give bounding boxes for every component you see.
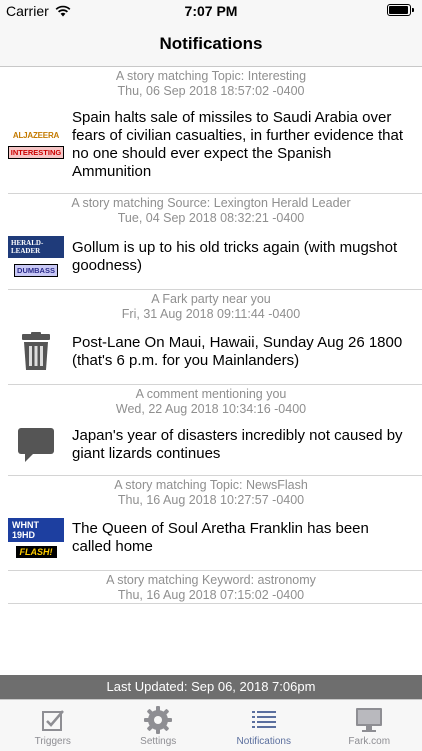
navigation-bar: Notifications <box>0 22 422 67</box>
aljazeera-logo: ALJAZEERA <box>13 131 59 140</box>
notification-date: Thu, 16 Aug 2018 07:15:02 -0400 <box>0 588 422 603</box>
herald-leader-logo: HERALD-LEADER <box>8 236 64 258</box>
speech-bubble-icon <box>17 427 55 463</box>
checkbox-icon <box>41 708 65 732</box>
notification-item[interactable]: A story matching Topic: Interesting Thu,… <box>8 67 422 194</box>
notification-date: Wed, 22 Aug 2018 10:34:16 -0400 <box>0 402 422 417</box>
clock: 7:07 PM <box>0 3 422 19</box>
notification-item[interactable]: A story matching Topic: NewsFlash Thu, 1… <box>8 476 422 571</box>
notification-header: A story matching Topic: Interesting <box>0 69 422 84</box>
whnt-logo: WHNT 19HD <box>8 518 64 542</box>
source-logo: WHNT 19HD FLASH! <box>8 518 64 558</box>
notification-text: Post-Lane On Maui, Hawaii, Sunday Aug 26… <box>72 334 412 370</box>
tab-label: Triggers <box>35 736 71 747</box>
notification-date: Thu, 06 Sep 2018 18:57:02 -0400 <box>0 84 422 99</box>
tab-notifications[interactable]: Notifications <box>211 700 317 751</box>
notification-header: A story matching Keyword: astronomy <box>0 573 422 588</box>
notification-header: A story matching Source: Lexington Heral… <box>0 196 422 211</box>
tab-fark[interactable]: Fark.com <box>317 700 422 751</box>
notification-text: Japan's year of disasters incredibly not… <box>72 427 412 463</box>
topic-badge: INTERESTING <box>8 146 64 159</box>
trash-can-icon <box>20 332 52 372</box>
battery-icon <box>387 4 414 16</box>
notification-item[interactable]: A Fark party near you Fri, 31 Aug 2018 0… <box>8 290 422 385</box>
notification-text: Gollum is up to his old tricks again (wi… <box>72 239 412 275</box>
tab-triggers[interactable]: Triggers <box>0 700 106 751</box>
topic-badge: DUMBASS <box>14 264 58 277</box>
notification-date: Thu, 16 Aug 2018 10:27:57 -0400 <box>0 493 422 508</box>
monitor-icon <box>355 707 383 733</box>
source-logo: HERALD-LEADER DUMBASS <box>8 236 64 277</box>
last-updated-banner: Last Updated: Sep 06, 2018 7:06pm <box>0 675 422 699</box>
gear-icon <box>144 706 172 734</box>
tab-label: Settings <box>140 736 176 747</box>
source-logo: ALJAZEERA INTERESTING <box>8 131 64 159</box>
notification-text: The Queen of Soul Aretha Franklin has be… <box>72 520 412 556</box>
status-bar: Carrier 7:07 PM <box>0 0 422 22</box>
list-icon <box>252 710 276 730</box>
notification-item[interactable]: A comment mentioning you Wed, 22 Aug 201… <box>8 385 422 476</box>
tab-label: Notifications <box>237 736 291 747</box>
notification-list[interactable]: A story matching Topic: Interesting Thu,… <box>0 67 422 675</box>
notification-item[interactable]: A story matching Source: Lexington Heral… <box>8 194 422 290</box>
notification-header: A story matching Topic: NewsFlash <box>0 478 422 493</box>
notification-item[interactable]: A story matching Keyword: astronomy Thu,… <box>8 571 422 604</box>
tab-bar: Triggers Settings <box>0 699 422 751</box>
notification-date: Fri, 31 Aug 2018 09:11:44 -0400 <box>0 307 422 322</box>
page-title: Notifications <box>0 34 422 54</box>
notification-date: Tue, 04 Sep 2018 08:32:21 -0400 <box>0 211 422 226</box>
notification-header: A comment mentioning you <box>0 387 422 402</box>
notification-header: A Fark party near you <box>0 292 422 307</box>
topic-badge: FLASH! <box>16 546 57 558</box>
tab-settings[interactable]: Settings <box>106 700 212 751</box>
notification-text: Spain halts sale of missiles to Saudi Ar… <box>72 109 412 181</box>
tab-label: Fark.com <box>348 736 390 747</box>
